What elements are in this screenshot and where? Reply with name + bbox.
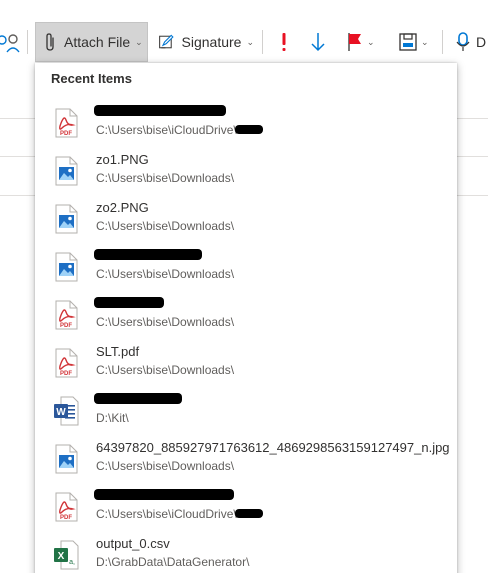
address-book-button[interactable] [0,31,20,55]
excel-file-icon: a, X [53,540,79,570]
recent-item-path: C:\Users\bise\Downloads\ [96,459,235,473]
attach-file-dropdown: Recent Items PDF C:\Users\bise\iCloudDriv… [35,63,457,573]
svg-text:PDF: PDF [60,515,72,521]
recent-item-path: C:\Users\bise\Downloads\ [96,363,235,377]
importance-low-icon [311,33,325,52]
svg-text:a,: a, [69,559,75,566]
svg-text:PDF: PDF [60,371,72,377]
recent-item[interactable]: 64397820_885927971763612_486929856315912… [35,435,457,483]
recent-item-path: C:\Users\bise\Downloads\ [96,267,235,281]
recent-item[interactable]: zo1.PNG C:\Users\bise\Downloads\ [35,147,457,195]
compose-divider [457,156,488,157]
recent-item[interactable]: PDF SLT.pdf C:\Users\bise\Downloads\ [35,339,457,387]
recent-items-heading: Recent Items [51,71,132,86]
importance-high-button[interactable] [278,30,290,54]
redaction-bar [94,489,234,500]
recent-item[interactable]: W D:\Kit\ [35,387,457,435]
compose-divider [457,118,488,119]
chevron-down-icon: ⌄ [421,36,429,47]
flag-icon [348,33,361,51]
pdf-file-icon: PDF [53,492,79,522]
image-file-icon [53,204,79,234]
redaction-bar [235,125,263,134]
word-file-icon: W [53,396,79,426]
follow-up-flag-button[interactable]: ⌄ [346,30,375,54]
pdf-file-icon: PDF [53,108,79,138]
pdf-file-icon: PDF [53,348,79,378]
recent-item[interactable]: zo2.PNG C:\Users\bise\Downloads\ [35,195,457,243]
recent-item[interactable]: PDF C:\Users\bise\iCloudDrive\ [35,483,457,531]
chevron-down-icon: ⌄ [246,36,254,47]
svg-text:X: X [58,551,65,562]
image-file-icon [53,252,79,282]
image-file-icon [53,156,79,186]
save-template-icon [399,33,417,51]
svg-text:W: W [56,407,66,418]
signature-pen-icon [159,34,174,49]
redaction-bar [94,249,202,260]
outlook-compose-window: Attach File ⌄ Signature ⌄ ⌄ ⌄ D Recent I… [0,0,488,573]
svg-text:PDF: PDF [60,131,72,137]
recent-item-name: SLT.pdf [96,344,140,359]
recent-item-name: 64397820_885927971763612_486929856315912… [96,440,450,455]
compose-divider [0,195,35,196]
redaction-bar [94,105,226,116]
chevron-down-icon: ⌄ [135,36,143,47]
attach-file-button[interactable]: Attach File ⌄ [35,22,148,62]
importance-high-icon [282,33,286,51]
paperclip-icon [46,33,54,51]
pdf-file-icon: PDF [53,300,79,330]
recent-item-path: C:\Users\bise\Downloads\ [96,315,235,329]
dictate-button[interactable]: D [456,30,486,54]
redaction-bar [94,393,182,404]
templates-button[interactable]: ⌄ [398,30,429,54]
recent-item-name: zo2.PNG [96,200,149,215]
redaction-bar [94,297,164,308]
ribbon-separator [27,30,28,54]
chevron-down-icon: ⌄ [367,36,375,47]
microphone-icon [456,32,470,51]
signature-label: Signature [181,34,242,50]
recent-item-name: output_0.csv [96,536,170,551]
compose-divider [457,195,488,196]
recent-item-path: C:\Users\bise\iCloudDrive\ [96,123,237,137]
redaction-bar [235,509,263,518]
compose-divider [0,156,35,157]
recent-item-path: D:\Kit\ [96,411,129,425]
attach-file-label: Attach File [64,34,131,50]
recent-item-path: C:\Users\bise\Downloads\ [96,219,235,233]
recent-item[interactable]: PDF C:\Users\bise\iCloudDrive\ [35,99,457,147]
ribbon-separator [442,30,443,54]
dictate-label: D [476,34,487,50]
recent-item-name: zo1.PNG [96,152,149,167]
recent-item[interactable]: a, Xoutput_0.csv D:\GrabData\DataGenerator… [35,531,457,573]
people-icon [0,34,20,53]
svg-text:PDF: PDF [60,323,72,329]
signature-button[interactable]: Signature ⌄ [156,22,254,62]
recent-item-path: C:\Users\bise\iCloudDrive\ [96,507,237,521]
recent-item-path: C:\Users\bise\Downloads\ [96,171,235,185]
image-file-icon [53,444,79,474]
ribbon-separator [262,30,263,54]
importance-low-button[interactable] [310,30,326,54]
recent-item[interactable]: C:\Users\bise\Downloads\ [35,243,457,291]
ribbon-toolbar: Attach File ⌄ Signature ⌄ ⌄ ⌄ D [0,0,488,64]
recent-item[interactable]: PDF C:\Users\bise\Downloads\ [35,291,457,339]
compose-divider [0,118,35,119]
recent-item-path: D:\GrabData\DataGenerator\ [96,555,250,569]
